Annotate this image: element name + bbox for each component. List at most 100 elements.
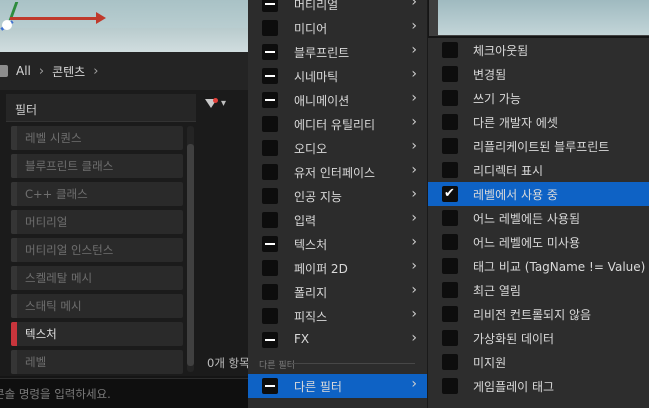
submenu-item-modified[interactable]: 변경됨 — [428, 62, 649, 86]
menu-item-input[interactable]: 입력 › — [248, 208, 427, 232]
menu-item-ai[interactable]: 인공 지능 › — [248, 184, 427, 208]
checkbox[interactable] — [442, 306, 458, 322]
checkbox-checked[interactable]: ✔ — [442, 186, 458, 202]
chevron-right-icon[interactable]: › — [93, 64, 98, 79]
checkbox[interactable] — [262, 260, 278, 276]
checkbox[interactable] — [262, 68, 278, 84]
filter-chip-cpp-class[interactable]: C++ 클래스 — [11, 182, 183, 206]
chevron-right-icon[interactable]: › — [39, 64, 44, 79]
checkbox[interactable] — [262, 116, 278, 132]
checkbox[interactable] — [262, 188, 278, 204]
checkbox[interactable] — [262, 0, 278, 12]
menu-item-label: 시네마틱 — [294, 70, 339, 84]
menu-item-blueprint[interactable]: 블루프린트 › — [248, 40, 427, 64]
menu-item-editor-utility[interactable]: 에디터 유틸리티 › — [248, 112, 427, 136]
submenu-item-gameplay-tags[interactable]: 게임플레이 태그 — [428, 374, 649, 398]
checkbox[interactable] — [262, 92, 278, 108]
checkbox[interactable] — [262, 20, 278, 36]
filter-chip-material-instance[interactable]: 머티리얼 인스턴스 — [11, 238, 183, 262]
menu-item-label: 페이퍼 2D — [294, 262, 348, 276]
submenu-item-checked-out[interactable]: 체크아웃됨 — [428, 38, 649, 62]
chevron-right-icon: › — [411, 18, 417, 34]
submenu-item-label: 리디렉터 표시 — [473, 164, 544, 178]
checkbox[interactable] — [442, 66, 458, 82]
checkbox[interactable] — [442, 258, 458, 274]
filter-list: 레벨 시퀀스 블루프린트 클래스 C++ 클래스 머티리얼 머티리얼 인스턴스 … — [11, 126, 183, 378]
submenu-item-tag-compare[interactable]: 태그 비교 (TagName != Value) — [428, 254, 649, 278]
checkbox[interactable] — [442, 138, 458, 154]
console-input[interactable]: 콘솔 명령을 입력하세요. — [0, 378, 248, 408]
checkbox[interactable] — [442, 330, 458, 346]
submenu-item-show-redirectors[interactable]: 리디렉터 표시 — [428, 158, 649, 182]
menu-item-fx[interactable]: FX › — [248, 328, 427, 352]
submenu-item-virtualized-data[interactable]: 가상화된 데이터 — [428, 326, 649, 350]
checkbox[interactable] — [442, 282, 458, 298]
filter-chip-label: 텍스처 — [25, 327, 57, 341]
checkbox[interactable] — [262, 308, 278, 324]
checkbox[interactable] — [262, 140, 278, 156]
submenu-item-not-used-in-any-level[interactable]: 어느 레벨에도 미사용 — [428, 230, 649, 254]
item-count: 0개 항목 — [207, 356, 250, 370]
menu-item-foliage[interactable]: 폴리지 › — [248, 280, 427, 304]
checkbox[interactable] — [262, 212, 278, 228]
checkbox[interactable] — [442, 114, 458, 130]
filter-chip-material[interactable]: 머티리얼 — [11, 210, 183, 234]
x-axis-arrow-icon[interactable] — [96, 12, 106, 24]
x-axis-gizmo[interactable] — [10, 17, 98, 20]
submenu-item-other-developers[interactable]: 다른 개발자 에셋 — [428, 110, 649, 134]
checkbox[interactable] — [442, 90, 458, 106]
submenu-item-recently-opened[interactable]: 최근 열림 — [428, 278, 649, 302]
filter-chip-skeletal-mesh[interactable]: 스켈레탈 메시 — [11, 266, 183, 290]
checkbox[interactable] — [262, 44, 278, 60]
submenu-item-writable[interactable]: 쓰기 가능 — [428, 86, 649, 110]
filter-chip-static-mesh[interactable]: 스태틱 메시 — [11, 294, 183, 318]
menu-item-user-interface[interactable]: 유저 인터페이스 › — [248, 160, 427, 184]
checkbox[interactable] — [262, 236, 278, 252]
scrollbar-thumb[interactable] — [187, 144, 194, 366]
filter-chip-level[interactable]: 레벨 — [11, 350, 183, 374]
filter-scrollbar[interactable] — [187, 126, 194, 372]
menu-item-animation[interactable]: 애니메이션 › — [248, 88, 427, 112]
filter-chip-blueprint-class[interactable]: 블루프린트 클래스 — [11, 154, 183, 178]
partial-check-icon — [265, 339, 275, 341]
checkbox[interactable] — [442, 210, 458, 226]
checkbox[interactable] — [262, 284, 278, 300]
submenu-item-in-use-by-level[interactable]: ✔ 레벨에서 사용 중 — [428, 182, 649, 206]
checkbox[interactable] — [262, 164, 278, 180]
gizmo-center[interactable] — [2, 20, 12, 30]
chevron-right-icon: › — [411, 258, 417, 274]
submenu-item-label: 가상화된 데이터 — [473, 332, 555, 346]
checkbox[interactable] — [442, 354, 458, 370]
menu-item-cinematic[interactable]: 시네마틱 › — [248, 64, 427, 88]
chevron-right-icon: › — [411, 138, 417, 154]
menu-item-texture[interactable]: 텍스처 › — [248, 232, 427, 256]
breadcrumb-content[interactable]: 콘텐츠 — [52, 63, 85, 80]
breadcrumb-all[interactable]: All — [16, 64, 31, 78]
submenu-item-replicated-blueprint[interactable]: 리플리케이트된 블루프린트 — [428, 134, 649, 158]
menu-item-other-filters[interactable]: 다른 필터 › — [248, 374, 427, 398]
filter-chip-label: 머티리얼 인스턴스 — [25, 243, 114, 257]
level-viewport[interactable] — [0, 0, 248, 52]
submenu-item-not-revision-controlled[interactable]: 리비전 컨트롤되지 않음 — [428, 302, 649, 326]
checkbox[interactable] — [262, 378, 278, 394]
menu-item-physics[interactable]: 피직스 › — [248, 304, 427, 328]
folder-icon[interactable] — [0, 65, 8, 77]
submenu-item-used-in-any-level[interactable]: 어느 레벨에든 사용됨 — [428, 206, 649, 230]
menu-item-material[interactable]: 머티리얼 › — [248, 0, 427, 16]
filter-chip-label: C++ 클래스 — [25, 187, 88, 201]
editor-window: All › 콘텐츠 › 필터 ▾ 레벨 시퀀스 블루프린트 클래스 C++ 클래… — [0, 0, 649, 408]
menu-item-media[interactable]: 미디어 › — [248, 16, 427, 40]
chevron-down-icon[interactable]: ▾ — [221, 98, 226, 109]
menu-item-audio[interactable]: 오디오 › — [248, 136, 427, 160]
checkbox[interactable] — [442, 42, 458, 58]
filter-chip-texture[interactable]: 텍스처 — [11, 322, 183, 346]
filter-panel: 필터 ▾ 레벨 시퀀스 블루프린트 클래스 C++ 클래스 머티리얼 머티리얼 … — [0, 90, 250, 378]
filter-chip-level-sequence[interactable]: 레벨 시퀀스 — [11, 126, 183, 150]
section-label: 다른 필터 — [259, 361, 295, 371]
checkbox[interactable] — [262, 332, 278, 348]
checkbox[interactable] — [442, 162, 458, 178]
menu-item-paper2d[interactable]: 페이퍼 2D › — [248, 256, 427, 280]
submenu-item-unsupported[interactable]: 미지원 — [428, 350, 649, 374]
checkbox[interactable] — [442, 234, 458, 250]
checkbox[interactable] — [442, 378, 458, 394]
